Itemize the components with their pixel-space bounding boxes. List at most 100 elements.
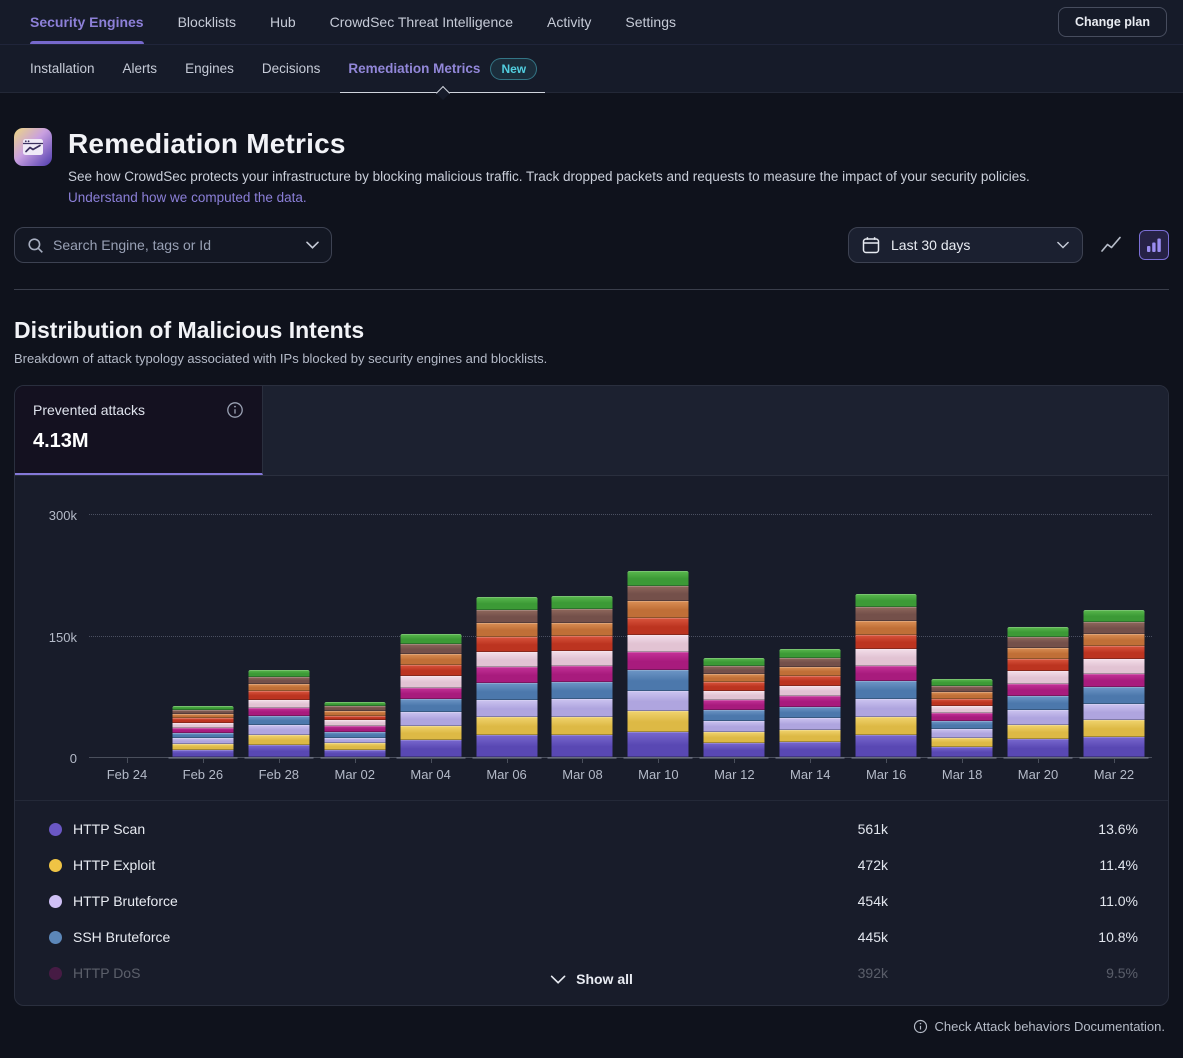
segment-unlabeled-brown[interactable] — [400, 644, 461, 655]
segment-http-scan[interactable] — [324, 750, 385, 757]
segment-http-exploit[interactable] — [552, 717, 613, 736]
segment-http-exploit[interactable] — [780, 730, 841, 742]
segment-unlabeled-green[interactable] — [1008, 627, 1069, 638]
bar-chart-view-button[interactable] — [1139, 230, 1169, 260]
segment-ssh-bruteforce[interactable] — [400, 699, 461, 712]
segment-http-dos[interactable] — [1083, 674, 1144, 688]
segment-unlabeled-orange[interactable] — [248, 684, 309, 691]
segment-ssh-bruteforce[interactable] — [932, 721, 993, 729]
segment-unlabeled-pink[interactable] — [704, 691, 765, 701]
segment-unlabeled-red[interactable] — [932, 699, 993, 706]
segment-unlabeled-brown[interactable] — [248, 677, 309, 684]
segment-unlabeled-pink[interactable] — [856, 649, 917, 665]
sub-nav-item-alerts[interactable]: Alerts — [123, 45, 158, 92]
segment-unlabeled-pink[interactable] — [932, 706, 993, 713]
segment-http-dos[interactable] — [932, 713, 993, 720]
segment-http-dos[interactable] — [1008, 684, 1069, 696]
segment-unlabeled-orange[interactable] — [856, 621, 917, 635]
segment-http-exploit[interactable] — [856, 717, 917, 736]
segment-http-scan[interactable] — [400, 740, 461, 757]
segment-ssh-bruteforce[interactable] — [1008, 696, 1069, 710]
segment-unlabeled-orange[interactable] — [628, 601, 689, 617]
segment-http-bruteforce[interactable] — [856, 699, 917, 717]
segment-unlabeled-pink[interactable] — [1008, 671, 1069, 684]
stacked-bar-feb-28[interactable] — [248, 670, 309, 757]
segment-http-scan[interactable] — [172, 750, 233, 757]
segment-http-bruteforce[interactable] — [704, 721, 765, 732]
segment-unlabeled-green[interactable] — [1083, 610, 1144, 621]
segment-unlabeled-brown[interactable] — [628, 586, 689, 601]
top-nav-item-blocklists[interactable]: Blocklists — [178, 0, 236, 44]
segment-unlabeled-orange[interactable] — [780, 667, 841, 676]
stacked-bar-mar-06[interactable] — [476, 597, 537, 757]
segment-http-scan[interactable] — [248, 745, 309, 757]
segment-http-scan[interactable] — [704, 743, 765, 757]
segment-ssh-bruteforce[interactable] — [1083, 687, 1144, 703]
segment-unlabeled-green[interactable] — [856, 594, 917, 607]
segment-http-scan[interactable] — [932, 747, 993, 758]
segment-http-dos[interactable] — [780, 696, 841, 707]
segment-unlabeled-pink[interactable] — [476, 652, 537, 667]
footer-doc-link[interactable]: Check Attack behaviors Documentation. — [934, 1019, 1165, 1034]
segment-unlabeled-red[interactable] — [552, 636, 613, 651]
segment-unlabeled-pink[interactable] — [628, 635, 689, 653]
segment-unlabeled-red[interactable] — [400, 665, 461, 676]
segment-unlabeled-pink[interactable] — [248, 700, 309, 708]
segment-http-dos[interactable] — [704, 700, 765, 710]
show-all-button[interactable]: Show all — [550, 971, 633, 987]
segment-unlabeled-green[interactable] — [628, 571, 689, 586]
tab-prevented-attacks[interactable]: Prevented attacks 4.13M — [15, 386, 263, 475]
sub-nav-item-installation[interactable]: Installation — [30, 45, 95, 92]
segment-http-exploit[interactable] — [476, 717, 537, 735]
segment-unlabeled-orange[interactable] — [400, 654, 461, 665]
segment-unlabeled-brown[interactable] — [1083, 622, 1144, 634]
segment-ssh-bruteforce[interactable] — [476, 683, 537, 700]
stacked-bar-mar-22[interactable] — [1083, 610, 1144, 757]
segment-ssh-bruteforce[interactable] — [628, 670, 689, 690]
stacked-bar-mar-20[interactable] — [1008, 627, 1069, 757]
segment-http-exploit[interactable] — [932, 738, 993, 747]
segment-unlabeled-brown[interactable] — [1008, 637, 1069, 648]
segment-http-dos[interactable] — [248, 708, 309, 716]
segment-ssh-bruteforce[interactable] — [248, 716, 309, 726]
stacked-bar-mar-08[interactable] — [552, 596, 613, 757]
segment-http-scan[interactable] — [856, 735, 917, 757]
segment-unlabeled-red[interactable] — [780, 676, 841, 686]
segment-unlabeled-brown[interactable] — [476, 610, 537, 623]
segment-unlabeled-green[interactable] — [780, 649, 841, 658]
segment-unlabeled-red[interactable] — [1083, 646, 1144, 659]
segment-unlabeled-green[interactable] — [552, 596, 613, 609]
segment-http-dos[interactable] — [856, 666, 917, 681]
segment-http-exploit[interactable] — [628, 711, 689, 732]
stacked-bar-mar-10[interactable] — [628, 571, 689, 757]
segment-http-scan[interactable] — [552, 735, 613, 757]
sub-nav-item-remediation-metrics[interactable]: Remediation MetricsNew — [348, 45, 537, 92]
segment-unlabeled-brown[interactable] — [856, 607, 917, 621]
segment-http-bruteforce[interactable] — [1083, 704, 1144, 720]
change-plan-button[interactable]: Change plan — [1058, 7, 1167, 37]
segment-http-bruteforce[interactable] — [248, 725, 309, 735]
segment-http-bruteforce[interactable] — [476, 700, 537, 718]
segment-http-bruteforce[interactable] — [400, 712, 461, 726]
segment-http-exploit[interactable] — [1083, 720, 1144, 737]
segment-unlabeled-orange[interactable] — [1008, 648, 1069, 659]
segment-ssh-bruteforce[interactable] — [856, 681, 917, 699]
top-nav-item-settings[interactable]: Settings — [625, 0, 676, 44]
segment-unlabeled-red[interactable] — [856, 635, 917, 650]
segment-http-exploit[interactable] — [248, 735, 309, 745]
segment-http-bruteforce[interactable] — [628, 691, 689, 711]
top-nav-item-activity[interactable]: Activity — [547, 0, 591, 44]
segment-http-exploit[interactable] — [400, 726, 461, 740]
segment-unlabeled-orange[interactable] — [704, 674, 765, 682]
segment-unlabeled-pink[interactable] — [400, 676, 461, 688]
segment-http-exploit[interactable] — [1008, 725, 1069, 740]
legend-label-ssh-bruteforce[interactable]: SSH Bruteforce — [49, 929, 718, 945]
stacked-bar-mar-16[interactable] — [856, 594, 917, 757]
segment-http-dos[interactable] — [400, 688, 461, 699]
segment-unlabeled-orange[interactable] — [1083, 634, 1144, 646]
segment-unlabeled-brown[interactable] — [780, 658, 841, 667]
top-nav-item-security-engines[interactable]: Security Engines — [30, 0, 144, 44]
segment-http-scan[interactable] — [1008, 739, 1069, 757]
top-nav-item-crowdsec-threat-intelligence[interactable]: CrowdSec Threat Intelligence — [330, 0, 513, 44]
how-computed-link[interactable]: Understand how we computed the data. — [68, 190, 307, 205]
